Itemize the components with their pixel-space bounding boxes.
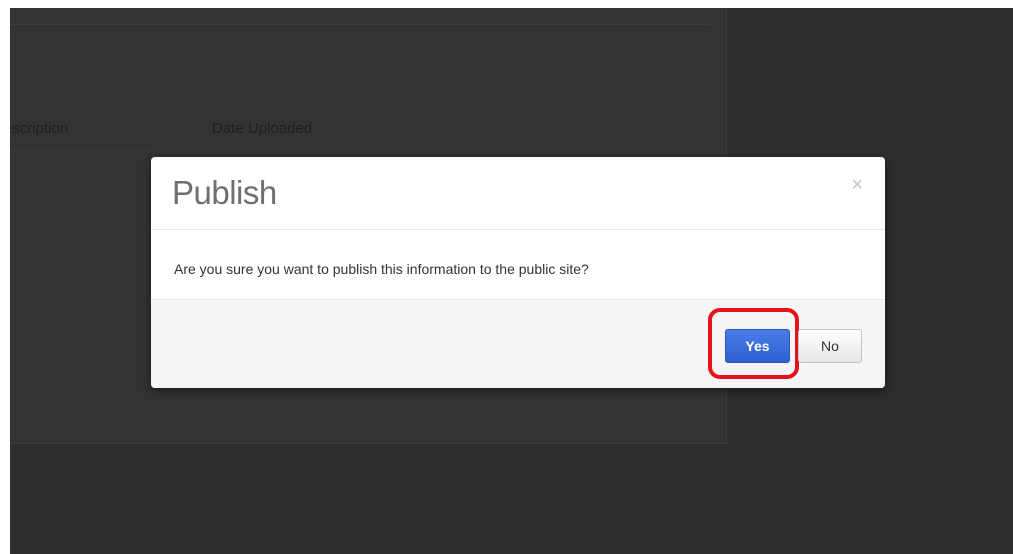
dialog-body: Are you sure you want to publish this in… <box>151 230 885 298</box>
panel-divider <box>10 24 710 25</box>
table-header: escription Date Uploaded <box>10 104 710 151</box>
column-header-description: escription <box>10 120 69 137</box>
column-header-date-uploaded: Date Uploaded <box>212 120 313 137</box>
dialog-header: Publish × <box>151 157 885 230</box>
close-icon[interactable]: × <box>851 175 863 195</box>
dialog-footer: Yes No <box>151 299 885 388</box>
no-button[interactable]: No <box>798 329 862 363</box>
publish-dialog: Publish × Are you sure you want to publi… <box>151 157 885 388</box>
app-screen: escription Date Uploaded Publish × Are y… <box>10 8 1013 554</box>
dialog-message: Are you sure you want to publish this in… <box>174 261 589 277</box>
dialog-title: Publish <box>172 174 277 211</box>
yes-button[interactable]: Yes <box>725 329 790 363</box>
